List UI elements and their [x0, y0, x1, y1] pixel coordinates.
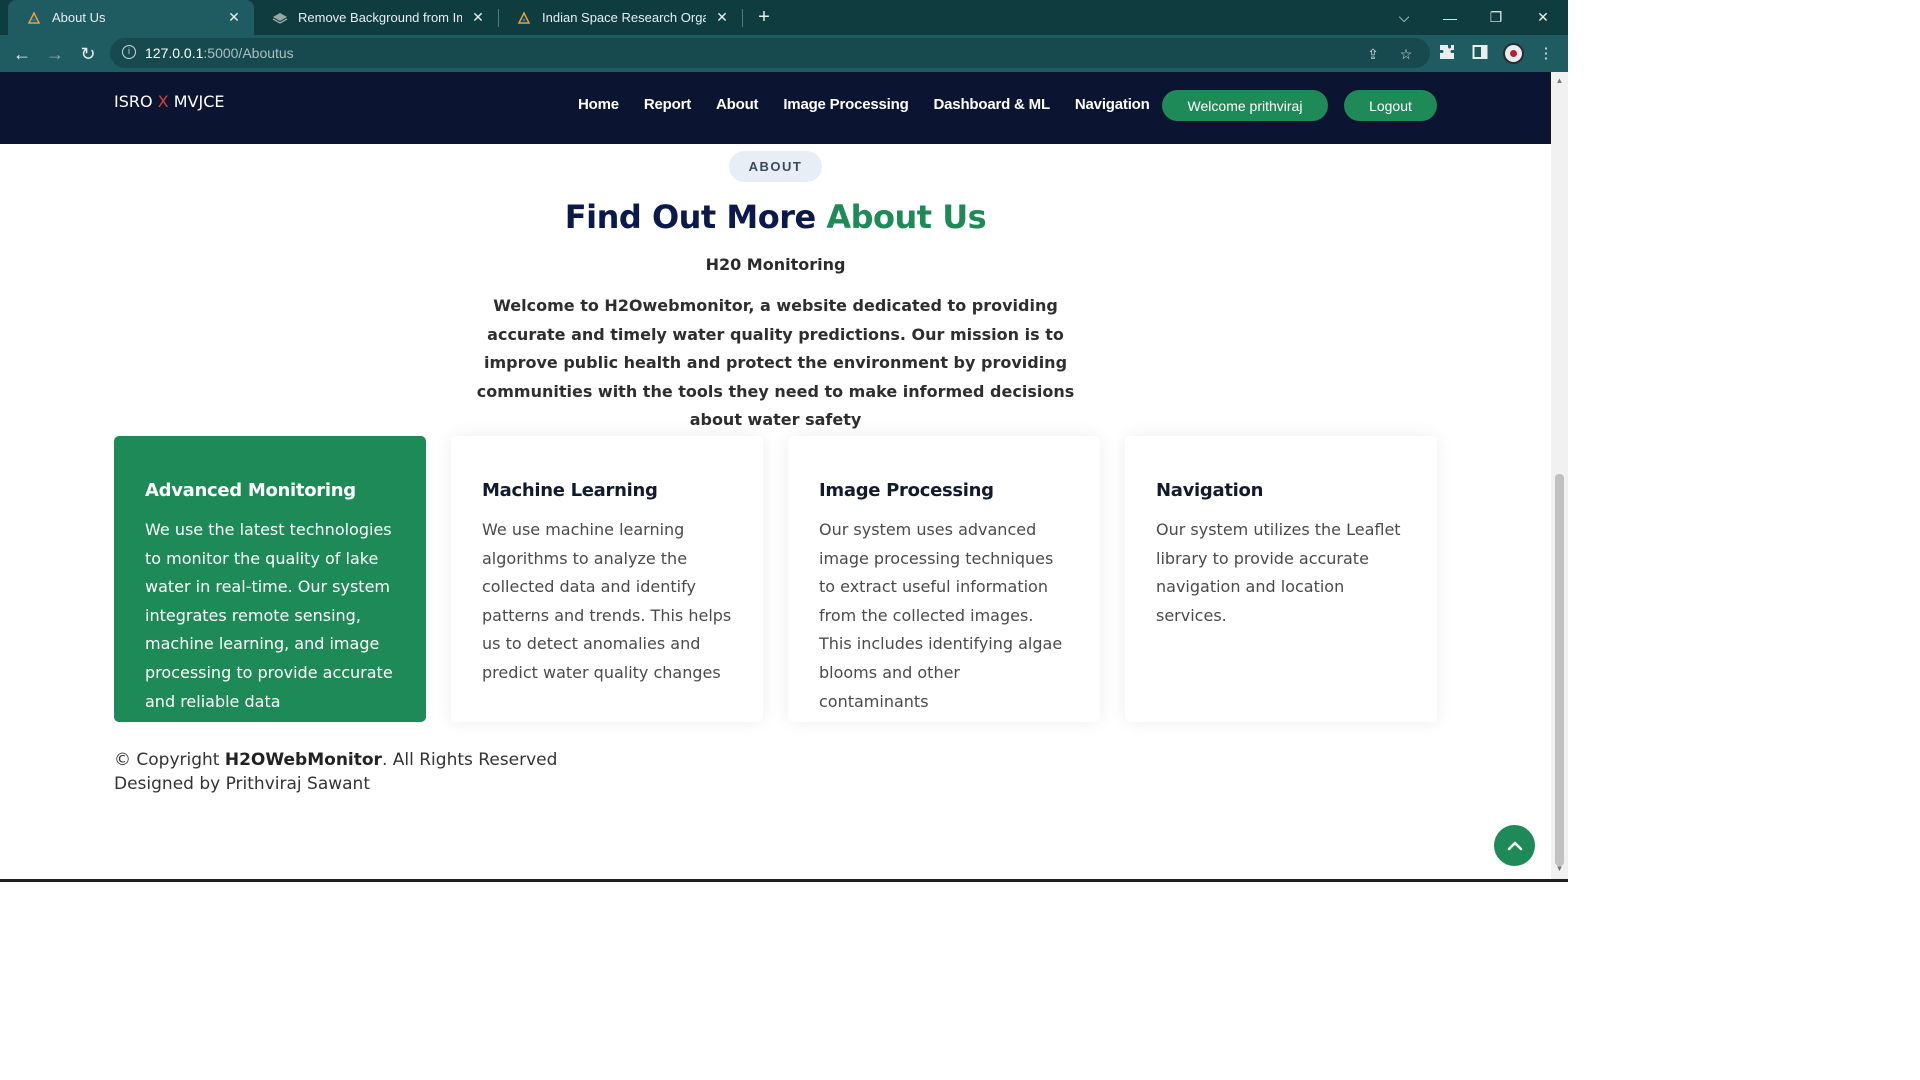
card-title: Navigation [1156, 480, 1264, 501]
page-scrollbar[interactable]: ▲ ▼ [1551, 72, 1568, 880]
share-icon[interactable]: ⇪ [1364, 45, 1382, 63]
close-tab-icon[interactable]: ✕ [470, 9, 486, 26]
welcome-user-button[interactable]: Welcome prithviraj [1162, 90, 1328, 121]
close-tab-icon[interactable]: ✕ [714, 9, 730, 26]
section-subheading: H20 Monitoring [705, 255, 846, 274]
site-header: ISRO X MVJCE Home Report About Image Pro… [0, 72, 1551, 144]
logout-button[interactable]: Logout [1344, 90, 1437, 121]
site-footer: © Copyright H2OWebMonitor. All Rights Re… [114, 748, 557, 796]
card-title: Advanced Monitoring [145, 480, 356, 501]
copyright-text: © Copyright H2OWebMonitor. All Rights Re… [114, 750, 558, 770]
scrollbar-thumb[interactable] [1555, 474, 1564, 866]
minimize-button[interactable]: — [1427, 0, 1473, 35]
back-arrow-icon[interactable]: ← [8, 40, 36, 68]
card-text: We use machine learning algorithms to an… [482, 520, 732, 682]
main-nav: Home Report About Image Processing Dashb… [578, 96, 1175, 113]
url-text: 127.0.0.1:5000/Aboutus [145, 45, 294, 61]
back-to-top-button[interactable] [1494, 825, 1535, 866]
tab-remove-background[interactable]: Remove Background from Image ✕ [254, 0, 498, 35]
site-info-icon[interactable]: i [122, 45, 136, 59]
card-image-processing: Image Processing Our system uses advance… [788, 436, 1100, 722]
site-logo[interactable]: ISRO X MVJCE [114, 92, 224, 111]
side-panel-icon[interactable] [1470, 44, 1490, 64]
card-title: Machine Learning [482, 480, 658, 501]
menu-kebab-icon[interactable]: ⋮ [1536, 44, 1556, 64]
isro-favicon-icon [516, 10, 532, 26]
nav-about[interactable]: About [716, 96, 759, 113]
window-bottom-border [0, 879, 1568, 882]
tab-search-chevron-icon[interactable]: ⌵ [1381, 0, 1427, 35]
nav-report[interactable]: Report [644, 96, 691, 113]
card-advanced-monitoring: Advanced Monitoring We use the latest te… [114, 436, 426, 722]
chevron-up-icon [1507, 841, 1522, 850]
scroll-down-arrow-icon[interactable]: ▼ [1555, 864, 1564, 873]
bookmark-star-icon[interactable]: ☆ [1397, 45, 1415, 63]
tab-separator [742, 9, 743, 27]
extensions-puzzle-icon[interactable] [1437, 44, 1457, 64]
nav-image-processing[interactable]: Image Processing [783, 96, 908, 113]
tab-title: About Us [52, 10, 106, 25]
page-viewport: ISRO X MVJCE Home Report About Image Pro… [0, 72, 1551, 880]
intro-paragraph: Welcome to H2Owebmonitor, a website dedi… [476, 296, 1075, 430]
card-title: Image Processing [819, 480, 994, 501]
card-machine-learning: Machine Learning We use machine learning… [451, 436, 763, 722]
tab-title: Indian Space Research Organisati [542, 10, 706, 25]
browser-toolbar: ← → ↻ i 127.0.0.1:5000/Aboutus ⇪ ☆ ⋮ [0, 35, 1568, 72]
scroll-up-arrow-icon[interactable]: ▲ [1555, 76, 1564, 85]
page-title: Find Out More About Us [564, 198, 987, 236]
footer-brand: H2OWebMonitor [224, 750, 382, 770]
nav-home[interactable]: Home [578, 96, 619, 113]
nav-navigation[interactable]: Navigation [1075, 96, 1150, 113]
card-text: Our system uses advanced image processin… [819, 520, 1063, 711]
profile-avatar[interactable] [1503, 43, 1524, 64]
nav-dashboard-ml[interactable]: Dashboard & ML [934, 96, 1051, 113]
close-tab-icon[interactable]: ✕ [226, 9, 242, 26]
card-text: Our system utilizes the Leaflet library … [1156, 520, 1401, 625]
layers-favicon-icon [272, 10, 288, 26]
restore-button[interactable]: ❐ [1473, 0, 1519, 35]
section-badge: ABOUT [729, 151, 822, 182]
isro-favicon-icon [26, 10, 42, 26]
forward-arrow-icon[interactable]: → [41, 40, 69, 68]
card-navigation: Navigation Our system utilizes the Leafl… [1125, 436, 1437, 722]
tab-title: Remove Background from Image [298, 10, 462, 25]
designed-by-text: Designed by Prithviraj Sawant [114, 774, 370, 794]
browser-tab-strip: About Us ✕ Remove Background from Image … [0, 0, 1568, 35]
close-window-button[interactable]: ✕ [1520, 0, 1566, 35]
card-text: We use the latest technologies to monito… [145, 520, 393, 711]
tab-about-us[interactable]: About Us ✕ [8, 0, 254, 35]
address-bar[interactable]: i 127.0.0.1:5000/Aboutus ⇪ ☆ [110, 38, 1430, 68]
reload-icon[interactable]: ↻ [74, 40, 102, 68]
tab-isro[interactable]: Indian Space Research Organisati ✕ [498, 0, 742, 35]
new-tab-button[interactable]: + [752, 4, 776, 30]
